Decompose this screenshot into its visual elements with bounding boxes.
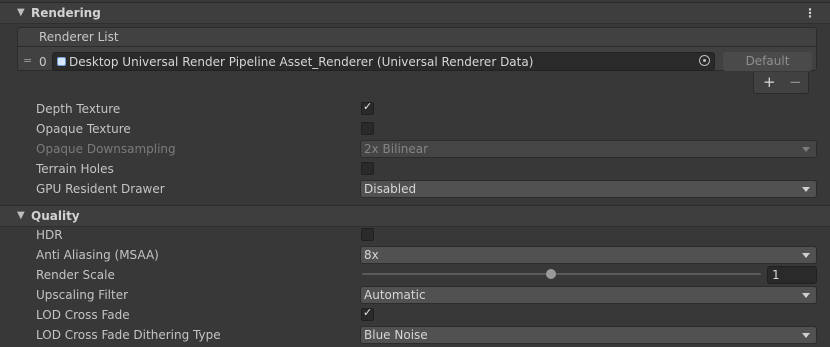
render-scale-label: Render Scale: [36, 268, 115, 282]
depth-texture-label: Depth Texture: [36, 102, 121, 116]
depth-texture-checkbox[interactable]: ✓: [361, 100, 374, 115]
collapse-triangle-icon[interactable]: ▼: [17, 7, 25, 18]
dropdown-arrow-icon: [802, 187, 810, 192]
rendering-section-header[interactable]: ▼ Rendering ⋮: [0, 2, 830, 24]
checkmark-icon: ✓: [363, 100, 373, 113]
gpu-resident-drawer-label: GPU Resident Drawer: [36, 182, 165, 196]
opaque-downsampling-value: 2x Bilinear: [364, 142, 429, 156]
render-scale-input[interactable]: 1: [767, 266, 817, 284]
hdr-checkbox[interactable]: [361, 228, 374, 241]
remove-renderer-button[interactable]: −: [789, 73, 802, 91]
gpu-resident-drawer-dropdown[interactable]: Disabled: [360, 180, 817, 198]
dropdown-arrow-icon: [802, 147, 810, 152]
dropdown-arrow-icon: [802, 253, 810, 258]
lod-dither-type-value: Blue Noise: [364, 328, 428, 342]
terrain-holes-checkbox[interactable]: [361, 162, 374, 175]
renderer-object-field[interactable]: Desktop Universal Render Pipeline Asset_…: [52, 52, 715, 71]
checkmark-icon: ✓: [363, 306, 373, 319]
asset-icon: [57, 57, 66, 66]
hdr-label: HDR: [36, 228, 63, 242]
dropdown-arrow-icon: [802, 293, 810, 298]
opaque-texture-checkbox[interactable]: [361, 122, 374, 135]
opaque-downsampling-dropdown: 2x Bilinear: [360, 140, 817, 158]
renderer-list-header[interactable]: Renderer List: [18, 28, 816, 47]
quality-section-header[interactable]: ▼ Quality: [0, 205, 830, 227]
section-title-rendering: Rendering: [31, 6, 101, 20]
anti-aliasing-value: 8x: [364, 248, 379, 262]
lod-dither-type-label: LOD Cross Fade Dithering Type: [36, 328, 221, 342]
renderer-asset-name: Desktop Universal Render Pipeline Asset_…: [69, 55, 534, 69]
gpu-resident-drawer-value: Disabled: [364, 182, 417, 196]
renderer-list: Renderer List = 0 Desktop Universal Rend…: [17, 27, 817, 71]
dropdown-arrow-icon: [802, 333, 810, 338]
set-default-button[interactable]: Default: [723, 52, 812, 71]
render-scale-slider-track[interactable]: [362, 273, 761, 275]
upscaling-filter-dropdown[interactable]: Automatic: [360, 286, 817, 304]
terrain-holes-label: Terrain Holes: [36, 162, 114, 176]
opaque-downsampling-label: Opaque Downsampling: [36, 142, 176, 156]
section-title-quality: Quality: [31, 209, 80, 223]
opaque-texture-label: Opaque Texture: [36, 122, 131, 136]
anti-aliasing-dropdown[interactable]: 8x: [360, 246, 817, 264]
lod-dither-type-dropdown[interactable]: Blue Noise: [360, 326, 817, 344]
renderer-list-footer: + −: [753, 72, 809, 94]
lod-cross-fade-checkbox[interactable]: ✓: [361, 306, 374, 321]
anti-aliasing-label: Anti Aliasing (MSAA): [36, 248, 159, 262]
drag-handle-icon[interactable]: =: [23, 54, 32, 67]
render-scale-value: 1: [772, 268, 780, 282]
collapse-triangle-icon[interactable]: ▼: [17, 210, 25, 221]
object-picker-icon[interactable]: [699, 55, 710, 66]
renderer-list-title: Renderer List: [39, 30, 119, 44]
kebab-menu-icon[interactable]: ⋮: [804, 6, 816, 20]
upscaling-filter-label: Upscaling Filter: [36, 288, 129, 302]
add-renderer-button[interactable]: +: [763, 73, 776, 91]
lod-cross-fade-label: LOD Cross Fade: [36, 308, 130, 322]
render-scale-slider-thumb[interactable]: [546, 269, 556, 279]
list-item-index: 0: [39, 55, 47, 69]
upscaling-filter-value: Automatic: [364, 288, 426, 302]
